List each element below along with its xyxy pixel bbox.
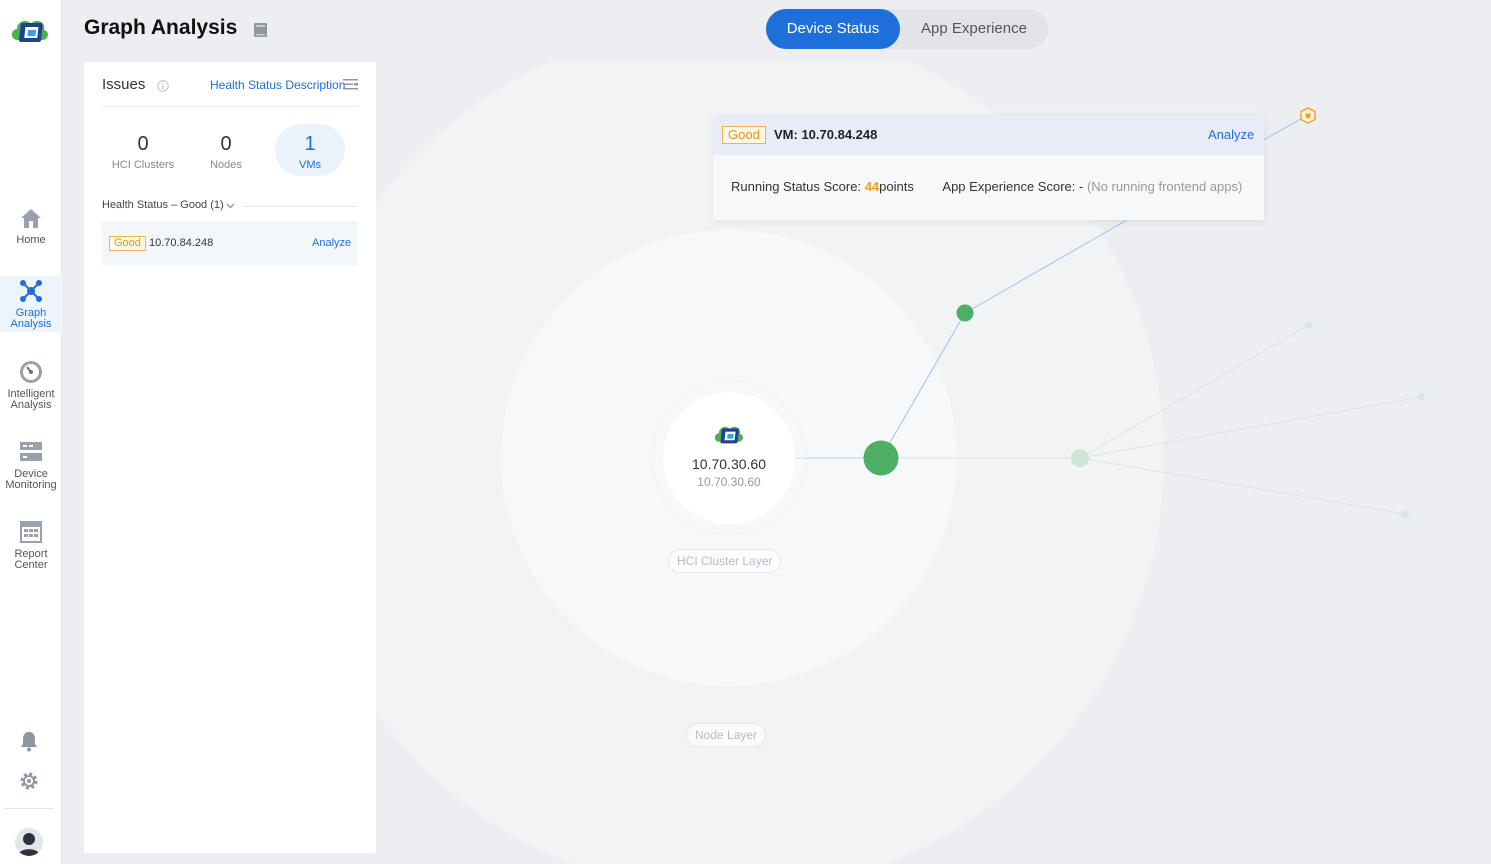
running-status-score: 44 [864, 179, 880, 194]
faded-node[interactable] [1305, 321, 1313, 329]
bell-icon[interactable] [18, 730, 40, 752]
stat-label: Nodes [210, 159, 242, 171]
stat-label: HCI Clusters [111, 159, 175, 171]
tab-app-experience[interactable]: App Experience [900, 9, 1048, 49]
faded-node[interactable] [1401, 510, 1409, 518]
stat-hci-clusters[interactable]: 0 HCI Clusters [108, 124, 178, 176]
list-icon[interactable] [343, 78, 358, 91]
issues-title: Issues [102, 76, 146, 93]
center-node-sub-ip: 10.70.30.60 [697, 475, 761, 489]
sidebar-item-label: Monitoring [5, 479, 57, 491]
divider [102, 106, 358, 107]
sidebar-item-graph-analysis[interactable]: Graph Analysis [0, 276, 62, 332]
faded-node[interactable] [1071, 449, 1089, 467]
view-switcher: Device Status App Experience [766, 9, 1048, 49]
stat-nodes[interactable]: 0 Nodes [191, 124, 261, 176]
cluster-node[interactable] [863, 440, 899, 476]
health-group-label: Health Status – Good (1) [102, 199, 224, 211]
sidebar-item-label: Center [14, 559, 48, 571]
vm-tooltip-card: Good VM: 10.70.84.248 Analyze Running St… [713, 115, 1264, 220]
sidebar-item-home[interactable]: Home [0, 205, 62, 249]
stat-value: 1 [304, 133, 316, 155]
stat-vms[interactable]: 1 VMs [275, 124, 345, 176]
tooltip-header: Good VM: 10.70.84.248 Analyze [713, 115, 1264, 155]
graph-icon [20, 280, 42, 302]
sidebar-item-report-center[interactable]: Report Center [0, 519, 62, 571]
tooltip-body: Running Status Score: 44points App Exper… [731, 179, 1242, 194]
stat-label: VMs [299, 159, 321, 171]
sidebar-item-label: Analysis [10, 318, 52, 330]
analyze-link[interactable]: Analyze [312, 237, 351, 249]
user-icon [18, 833, 40, 856]
sidebar-item-device-monitoring[interactable]: Device Monitoring [0, 439, 62, 491]
sidebar-divider [4, 808, 54, 809]
status-badge: Good [109, 236, 146, 251]
sidebar-item-label: Home [16, 234, 46, 246]
running-status-unit: points [879, 179, 914, 194]
home-icon [21, 209, 41, 228]
gauge-icon [20, 361, 42, 383]
health-status-description-link[interactable]: Health Status Description [210, 78, 345, 92]
sidebar-item-intelligent-analysis[interactable]: Intelligent Analysis [0, 359, 62, 411]
calendar-report-icon [20, 521, 42, 543]
app-experience-note: (No running frontend apps) [1086, 179, 1243, 194]
sidebar-item-label: Analysis [10, 399, 52, 411]
running-status-label: Running Status Score: [731, 179, 865, 194]
avatar[interactable] [15, 828, 43, 856]
host-node[interactable] [956, 304, 974, 322]
center-cluster-node[interactable]: 10.70.30.60 10.70.30.60 [663, 392, 795, 524]
page-title: Graph Analysis [84, 16, 238, 39]
center-node-ip: 10.70.30.60 [692, 456, 766, 472]
gear-icon[interactable] [18, 770, 40, 792]
chevron-down-icon [226, 203, 235, 209]
health-group-header[interactable]: Health Status – Good (1) [102, 198, 358, 214]
node-layer-label: Node Layer [686, 723, 767, 747]
issue-ip: 10.70.84.248 [149, 237, 214, 249]
tab-device-status[interactable]: Device Status [766, 9, 900, 49]
status-badge: Good [722, 126, 766, 144]
vm-label: VM: 10.70.84.248 [774, 127, 878, 142]
list-item[interactable]: Good 10.70.84.248 Analyze [102, 221, 358, 266]
book-icon[interactable] [253, 22, 268, 38]
issues-panel: Issues Health Status Description 0 HCI C… [84, 62, 376, 853]
app-logo[interactable] [8, 12, 52, 48]
stat-value: 0 [220, 133, 232, 155]
hci-cluster-layer-label: HCI Cluster Layer [668, 549, 782, 573]
app-experience-label: App Experience Score: - [942, 179, 1087, 194]
divider [242, 206, 358, 207]
monitor-icon [20, 442, 42, 461]
faded-node[interactable] [1417, 393, 1425, 401]
sidebar: Home Graph Analysis Intelligent Analysis [0, 0, 62, 864]
cloud-logo-icon [714, 426, 743, 444]
warning-hex-icon[interactable] [1300, 107, 1316, 124]
stat-value: 0 [137, 133, 149, 155]
info-icon[interactable] [157, 80, 169, 92]
analyze-link[interactable]: Analyze [1208, 127, 1254, 142]
